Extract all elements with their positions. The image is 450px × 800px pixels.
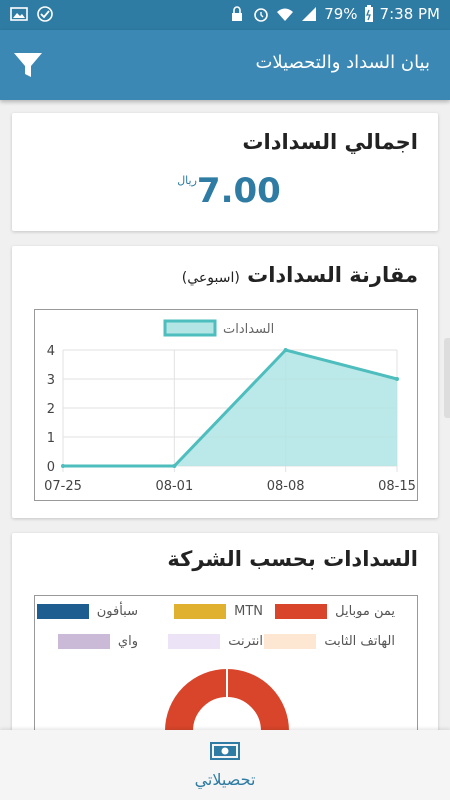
status-bar: 79% 7:38 PM bbox=[0, 0, 450, 30]
x-tick-label: 08-01 bbox=[155, 479, 193, 494]
clock-time: 7:38 PM bbox=[379, 5, 440, 23]
check-circle-icon bbox=[37, 6, 53, 22]
comparison-subtitle: (اسبوعي) bbox=[181, 270, 240, 286]
y-tick-label: 4 bbox=[47, 344, 55, 359]
money-icon bbox=[210, 742, 240, 760]
alarm-icon bbox=[254, 8, 269, 22]
company-title: السدادات بحسب الشركة bbox=[167, 547, 418, 571]
legend-label: السدادات bbox=[223, 322, 274, 337]
filter-icon[interactable] bbox=[12, 50, 44, 80]
total-payments-value: 7.00ريال bbox=[12, 171, 438, 211]
comparison-title-text: مقارنة السدادات bbox=[247, 263, 418, 287]
bottom-navigation: تحصيلاتي bbox=[0, 730, 450, 800]
x-tick-label: 07-25 bbox=[44, 479, 82, 494]
app-bar: بيان السداد والتحصيلات bbox=[0, 30, 450, 100]
data-point bbox=[283, 348, 288, 352]
currency-label: ريال bbox=[177, 174, 197, 187]
y-tick-label: 2 bbox=[47, 402, 55, 417]
y-tick-label: 3 bbox=[47, 373, 55, 388]
nav-my-collections[interactable]: تحصيلاتي bbox=[175, 740, 275, 796]
battery-percent: 79% bbox=[324, 5, 358, 23]
payments-by-company-card: السدادات بحسب الشركة يمن موبايل MTN سبأفون… bbox=[12, 533, 438, 763]
image-icon bbox=[10, 7, 28, 21]
status-left-icons bbox=[10, 6, 54, 22]
battery-icon bbox=[364, 5, 373, 22]
legend-swatch bbox=[163, 319, 217, 337]
y-tick-label: 0 bbox=[47, 460, 55, 475]
lock-icon bbox=[232, 6, 243, 21]
side-scroll-tab[interactable] bbox=[444, 338, 450, 418]
comparison-chart: 0 1 2 3 4 07-25 08-01 08-08 08-15 السدادات bbox=[34, 309, 418, 501]
data-point bbox=[172, 464, 177, 468]
nav-my-collections-label: تحصيلاتي bbox=[194, 770, 256, 789]
total-payments-title: اجمالي السدادات bbox=[242, 130, 418, 154]
signal-icon bbox=[302, 7, 317, 21]
y-tick-label: 1 bbox=[47, 431, 55, 446]
status-right: 79% 7:38 PM bbox=[228, 5, 440, 23]
page-title: بيان السداد والتحصيلات bbox=[255, 52, 430, 73]
x-tick-label: 08-08 bbox=[267, 479, 305, 494]
chart-svg: 0 1 2 3 4 07-25 08-01 08-08 08-15 السدادات bbox=[44, 319, 416, 494]
total-payments-card: اجمالي السدادات 7.00ريال bbox=[12, 113, 438, 231]
total-amount: 7.00 bbox=[196, 171, 281, 211]
wifi-icon bbox=[277, 8, 294, 21]
data-point bbox=[395, 377, 399, 381]
data-point bbox=[61, 464, 65, 468]
payments-comparison-card: مقارنة السدادات (اسبوعي) 0 1 2 3 4 07-25 08-01… bbox=[12, 246, 438, 518]
x-tick-label: 08-15 bbox=[378, 479, 416, 494]
comparison-title: مقارنة السدادات (اسبوعي) bbox=[182, 263, 418, 287]
